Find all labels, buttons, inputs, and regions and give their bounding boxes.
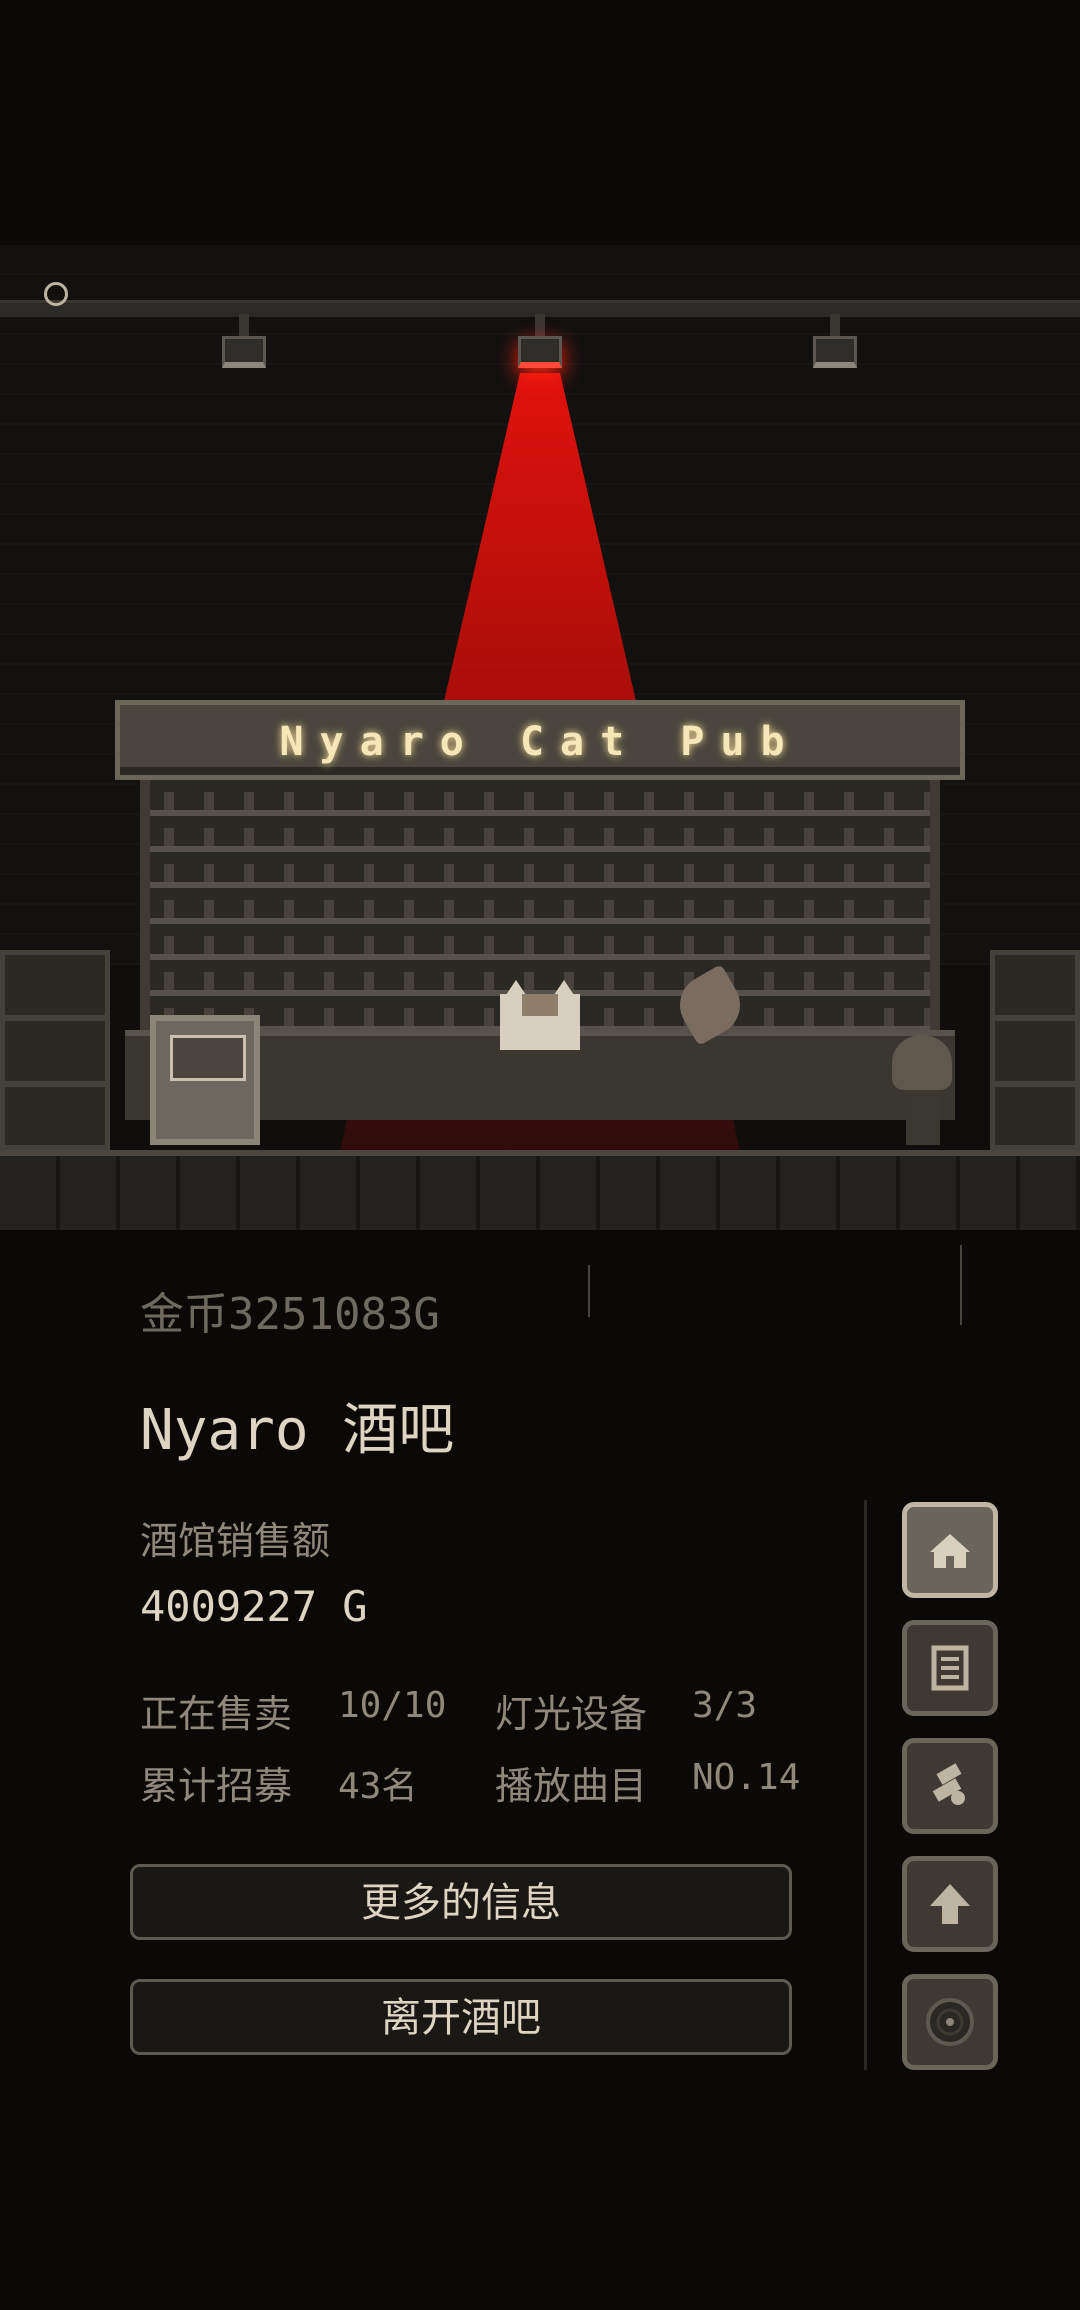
pub-tab-button[interactable]	[902, 1502, 998, 1598]
more-info-button[interactable]: 更多的信息	[130, 1864, 792, 1940]
pub-scene: Nyaro Cat Pub	[0, 245, 1080, 1230]
recruit-value: 43名	[338, 1766, 418, 1807]
coin-balance: 金币3251083G	[140, 1289, 440, 1340]
customer-character[interactable]	[892, 1035, 952, 1145]
rain-streak	[960, 1245, 962, 1325]
music-value: NO.14	[692, 1757, 801, 1798]
recruit-icon	[932, 1763, 965, 1805]
pub-sign-text: Nyaro Cat Pub	[279, 719, 801, 765]
panel-divider	[864, 1500, 867, 2070]
upgrade-button[interactable]	[902, 1856, 998, 1952]
music-label: 播放曲目	[495, 1764, 648, 1808]
bartender-cat[interactable]	[500, 980, 580, 1050]
crates-left	[0, 950, 110, 1150]
floor	[0, 1150, 1080, 1230]
pub-title: Nyaro 酒吧	[140, 1398, 455, 1463]
lighting-label: 灯光设备	[495, 1692, 648, 1736]
upgrade-arrow-icon	[930, 1884, 970, 1924]
menu-list-button[interactable]	[902, 1620, 998, 1716]
jukebox-machine[interactable]	[150, 1015, 260, 1145]
record-disc-icon	[926, 1998, 974, 2046]
pub-sign: Nyaro Cat Pub	[115, 700, 965, 780]
music-button[interactable]	[902, 1974, 998, 2070]
crates-right	[990, 950, 1080, 1150]
lighting-value: 3/3	[692, 1685, 758, 1726]
selling-label: 正在售卖	[140, 1692, 293, 1736]
spotlight-lamp-center	[518, 314, 562, 372]
leave-pub-button[interactable]: 离开酒吧	[130, 1979, 792, 2055]
sales-label: 酒馆销售额	[140, 1519, 331, 1563]
sales-value: 4009227 G	[140, 1582, 368, 1631]
rain-streak	[588, 1265, 590, 1317]
spotlight-lamp-right	[813, 314, 857, 372]
spotlight-lamp-left	[222, 314, 266, 372]
pub-icon	[930, 1534, 970, 1568]
menu-list-icon	[931, 1645, 969, 1691]
recruit-label: 累计招募	[140, 1764, 293, 1808]
rail-ring-icon	[44, 282, 68, 306]
recruit-button[interactable]	[902, 1738, 998, 1834]
selling-value: 10/10	[338, 1685, 447, 1726]
